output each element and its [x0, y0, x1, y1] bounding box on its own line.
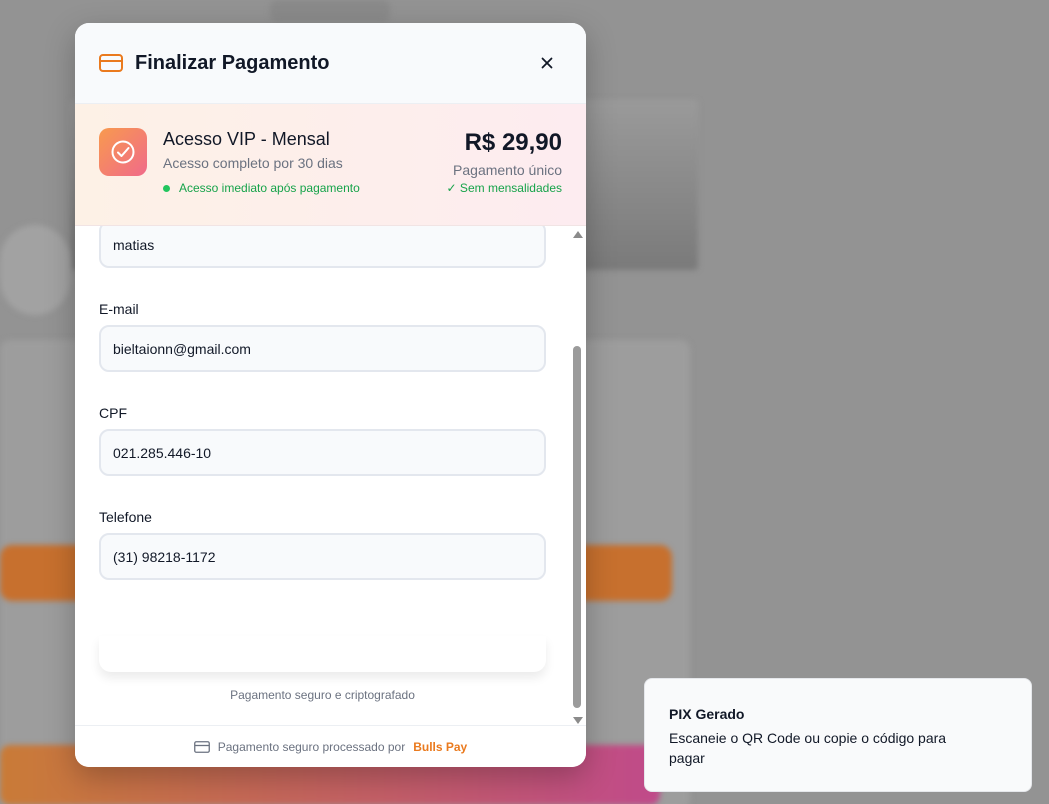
background-logo — [270, 0, 390, 22]
close-icon — [541, 57, 553, 69]
scroll-down-arrow-icon[interactable] — [573, 717, 583, 724]
toast-notification: PIX Gerado Escaneie o QR Code ou copie o… — [644, 678, 1032, 792]
credit-card-icon — [193, 740, 210, 753]
credit-card-icon — [99, 54, 123, 72]
footer-text: Pagamento seguro processado por — [217, 739, 406, 754]
name-field[interactable]: matias — [99, 226, 546, 268]
modal-scrollbar[interactable] — [570, 226, 586, 726]
check-circle-icon — [111, 140, 135, 164]
email-field[interactable]: bieltaionn@gmail.com — [99, 325, 546, 372]
price-amount: R$ 29,90 — [464, 129, 562, 156]
product-icon-badge — [99, 128, 147, 176]
product-name: Acesso VIP - Mensal — [163, 129, 330, 149]
modal-footer: Pagamento seguro processado por Bulls Pa… — [75, 725, 586, 767]
payment-modal: Finalizar Pagamento Acesso VIP - Mensal … — [75, 23, 586, 767]
product-subtitle: Acesso completo por 30 dias — [163, 155, 343, 171]
email-label: E-mail — [99, 301, 139, 317]
price-block: R$ 29,90 Pagamento único ✓ Sem mensalida… — [447, 128, 562, 225]
phone-field[interactable]: (31) 98218-1172 — [99, 533, 546, 580]
product-info: Acesso VIP - Mensal Acesso completo por … — [163, 128, 447, 225]
payment-form: matias E-mail bieltaionn@gmail.com CPF 0… — [75, 226, 586, 726]
no-subscription-note: ✓ Sem mensalidades — [446, 181, 562, 195]
close-button[interactable] — [532, 48, 562, 78]
footer-brand: Bulls Pay — [413, 739, 468, 754]
phone-label: Telefone — [99, 509, 152, 525]
submit-button-area[interactable] — [99, 636, 546, 672]
secure-text: Pagamento seguro e criptografado — [230, 688, 415, 702]
green-dot-icon — [163, 184, 170, 192]
modal-header: Finalizar Pagamento — [75, 23, 586, 104]
scrollbar-thumb[interactable] — [573, 346, 581, 708]
cpf-label: CPF — [99, 405, 127, 421]
scroll-up-arrow-icon[interactable] — [573, 231, 583, 238]
product-note: Acesso imediato após pagamento — [163, 181, 447, 195]
payment-type: Pagamento único — [453, 162, 562, 178]
cpf-field[interactable]: 021.285.446-10 — [99, 429, 546, 476]
toast-title: PIX Gerado — [669, 706, 745, 722]
product-note-text: Acesso imediato após pagamento — [179, 181, 360, 195]
modal-title: Finalizar Pagamento — [135, 51, 330, 74]
background-avatar — [0, 225, 70, 315]
toast-description: Escaneie o QR Code ou copie o código par… — [669, 730, 947, 766]
product-summary: Acesso VIP - Mensal Acesso completo por … — [75, 104, 586, 226]
